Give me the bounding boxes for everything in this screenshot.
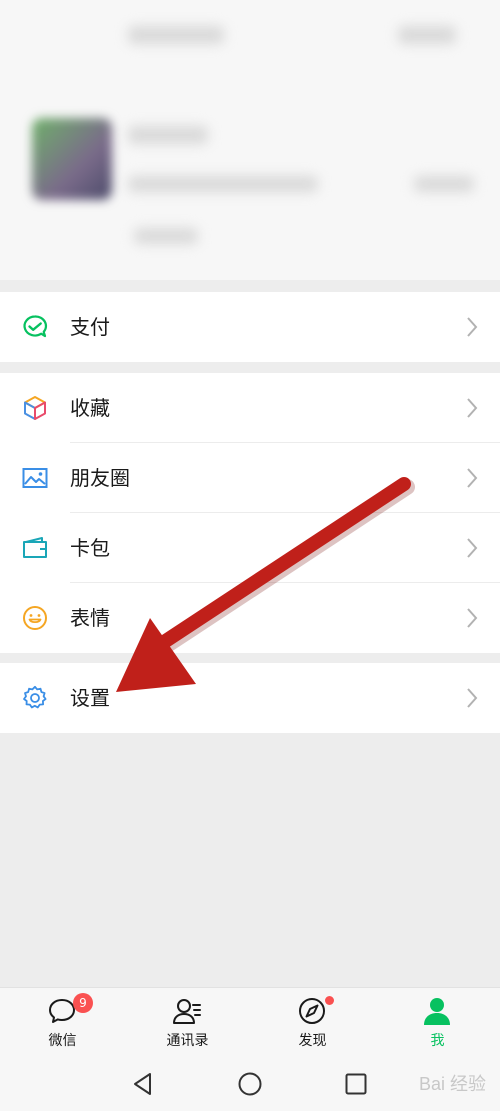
bottom-tab-bar: 9 微信 通讯录 发现 我: [0, 987, 500, 1058]
chevron-right-icon: [467, 317, 478, 337]
blurred-action: [398, 26, 456, 44]
baidu-jingyan-watermark: Bai 经验: [418, 1074, 486, 1094]
pay-icon: [23, 315, 48, 338]
tab-label-discover: 发现: [298, 1033, 327, 1049]
tab-discover[interactable]: 发现: [250, 988, 375, 1058]
chevron-right-icon: [467, 688, 478, 708]
menu-label-cards: 卡包: [70, 536, 110, 560]
group-settings: 设置: [0, 663, 500, 733]
group-services: 收藏 朋友圈 卡包 表情: [0, 373, 500, 653]
unread-badge: 9: [73, 993, 93, 1013]
new-content-dot: [325, 996, 334, 1005]
menu-item-cards[interactable]: 卡包: [0, 513, 500, 583]
card-wallet-icon: [23, 537, 47, 558]
recents-square-icon[interactable]: [344, 1072, 368, 1096]
tab-label-chats: 微信: [48, 1033, 77, 1049]
blurred-status[interactable]: [134, 228, 198, 244]
menu-label-favorites: 收藏: [70, 396, 110, 420]
compass-icon: [299, 998, 325, 1024]
menu-item-settings[interactable]: 设置: [0, 663, 500, 733]
blurred-title: [128, 26, 224, 44]
chevron-right-icon: [467, 608, 478, 628]
tab-contacts[interactable]: 通讯录: [125, 988, 250, 1058]
favorites-cube-icon: [24, 396, 46, 420]
contacts-person-icon: [173, 999, 201, 1024]
blurred-nickname: [128, 126, 208, 144]
tab-label-contacts: 通讯录: [166, 1033, 209, 1049]
home-circle-icon[interactable]: [237, 1071, 263, 1097]
sticker-smile-icon: [23, 606, 47, 630]
menu-item-favorites[interactable]: 收藏: [0, 373, 500, 443]
me-person-icon: [424, 998, 450, 1025]
tab-chats[interactable]: 9 微信: [0, 988, 125, 1058]
chevron-right-icon: [467, 468, 478, 488]
menu-item-stickers[interactable]: 表情: [0, 583, 500, 653]
chevron-right-icon: [467, 538, 478, 558]
chevron-right-icon: [467, 398, 478, 418]
menu-label-settings: 设置: [70, 686, 110, 710]
back-triangle-icon[interactable]: [130, 1071, 156, 1097]
menu-item-moments[interactable]: 朋友圈: [0, 443, 500, 513]
moments-image-icon: [22, 468, 48, 488]
menu-label-pay: 支付: [70, 315, 110, 339]
menu-label-moments: 朋友圈: [70, 466, 130, 490]
menu-item-pay[interactable]: 支付: [0, 292, 500, 362]
tab-label-me: 我: [430, 1033, 445, 1049]
avatar[interactable]: [32, 118, 112, 200]
group-pay: 支付: [0, 292, 500, 362]
settings-gear-icon: [23, 685, 47, 709]
menu-label-stickers: 表情: [70, 606, 110, 630]
blurred-wechat-id: [128, 176, 318, 192]
tab-me[interactable]: 我: [375, 988, 500, 1058]
profile-header[interactable]: [0, 0, 500, 280]
blurred-qr-code[interactable]: [414, 176, 474, 192]
